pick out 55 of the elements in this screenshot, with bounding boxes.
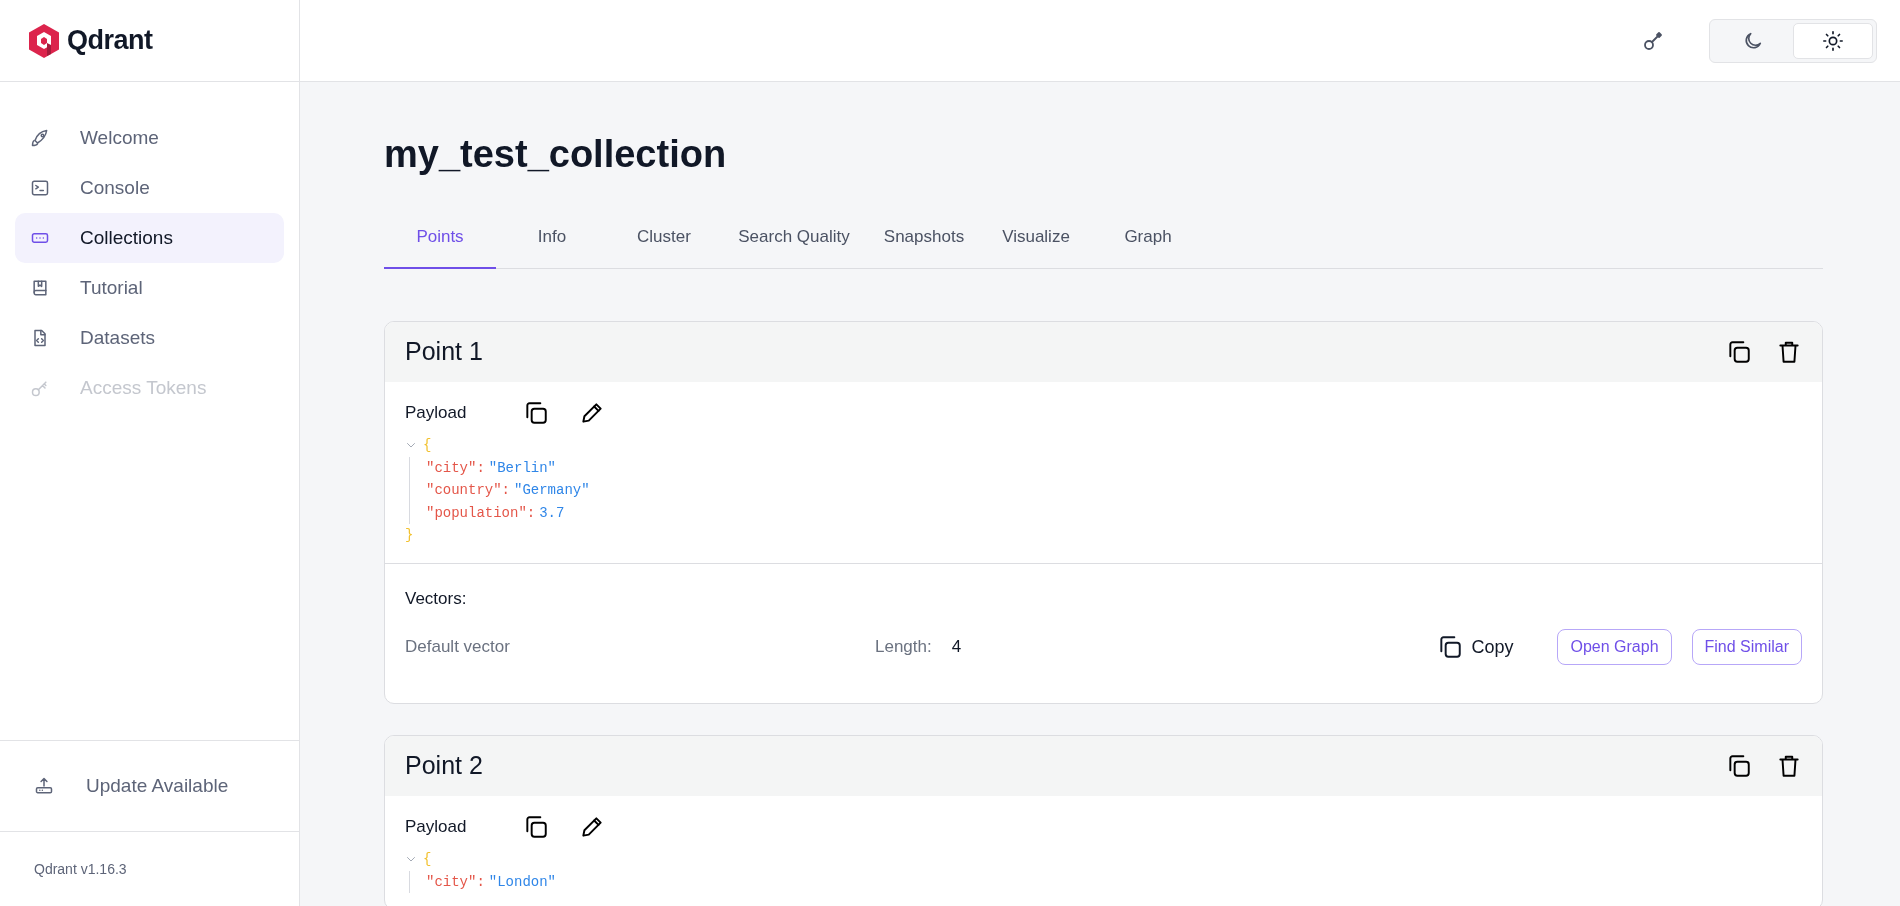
tab[interactable]: Info bbox=[496, 205, 608, 270]
json-line: "country": "Germany" bbox=[426, 481, 591, 501]
copy-button[interactable] bbox=[523, 400, 549, 427]
json-line: "city": "Berlin" bbox=[426, 458, 558, 478]
delete-button[interactable] bbox=[1776, 753, 1802, 780]
sidebar-item[interactable]: Welcome bbox=[15, 113, 284, 163]
json-brace: { bbox=[423, 436, 432, 456]
json-brace: { bbox=[423, 850, 432, 870]
copy-button[interactable] bbox=[523, 814, 549, 841]
vector-name: Default vector bbox=[405, 636, 511, 659]
logo-text: Qdrant bbox=[67, 24, 153, 58]
key-icon bbox=[30, 378, 50, 398]
action-button[interactable]: Open Graph bbox=[1557, 629, 1672, 666]
tab[interactable]: Visualize bbox=[980, 205, 1092, 270]
sidebar-item[interactable]: Collections bbox=[15, 213, 284, 263]
action-button[interactable]: Find Similar bbox=[1691, 629, 1802, 666]
page-title: my_test_collection bbox=[384, 132, 728, 177]
length-label: Length: bbox=[875, 636, 932, 659]
tab[interactable]: Cluster bbox=[608, 205, 720, 270]
sidebar-item[interactable]: Tutorial bbox=[15, 263, 284, 313]
copy-icon bbox=[1726, 339, 1752, 366]
logo-icon bbox=[29, 23, 59, 58]
rocket-icon bbox=[30, 128, 50, 148]
book-icon bbox=[30, 278, 50, 298]
copy-button[interactable] bbox=[1726, 339, 1752, 366]
update-link[interactable]: Update Available bbox=[34, 771, 229, 801]
vectors-label: Vectors: bbox=[405, 587, 468, 610]
copy-icon bbox=[1726, 753, 1752, 780]
tab[interactable]: Graph bbox=[1092, 205, 1204, 270]
length-value: 4 bbox=[951, 636, 962, 659]
card-title: Point 1 bbox=[405, 336, 483, 368]
copy-icon bbox=[523, 814, 549, 841]
sun-icon bbox=[1822, 29, 1844, 52]
tab[interactable]: Points bbox=[384, 205, 496, 270]
upload-icon bbox=[34, 776, 54, 796]
terminal-icon bbox=[30, 178, 50, 198]
sidebar-item[interactable]: Console bbox=[15, 163, 284, 213]
tab[interactable]: Search Quality bbox=[720, 205, 868, 270]
json-brace: } bbox=[405, 526, 415, 546]
copy-icon bbox=[523, 400, 549, 427]
json-line: "city": "London" bbox=[426, 872, 558, 892]
tab[interactable]: Snapshots bbox=[868, 205, 980, 270]
card-title: Point 2 bbox=[405, 750, 483, 782]
sidebar-item[interactable]: Datasets bbox=[15, 313, 284, 363]
copy-button[interactable]: Copy bbox=[1431, 632, 1520, 662]
copy-icon bbox=[1437, 634, 1464, 661]
copy-button[interactable] bbox=[1726, 753, 1752, 780]
delete-button[interactable] bbox=[1776, 339, 1802, 366]
payload-label: Payload bbox=[405, 816, 468, 839]
payload-label: Payload bbox=[405, 402, 468, 425]
trash-icon bbox=[1776, 339, 1802, 366]
json-line: "population": 3.7 bbox=[426, 503, 566, 523]
theme-button[interactable] bbox=[1793, 22, 1873, 59]
trash-icon bbox=[1776, 753, 1802, 780]
version-text: Qdrant v1.16.3 bbox=[34, 859, 127, 879]
